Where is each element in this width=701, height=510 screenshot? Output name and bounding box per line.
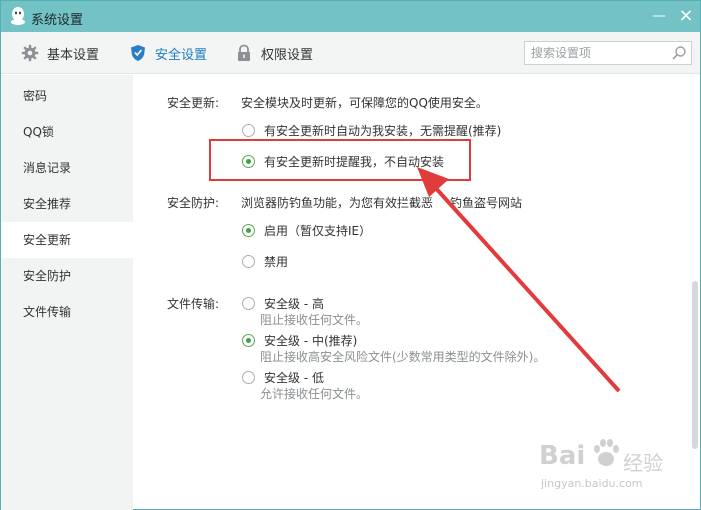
title-bar[interactable]: 系统设置 — × [1, 1, 700, 32]
watermark-brand: Bai [539, 441, 586, 471]
sidebar-item-security-recommend[interactable]: 安全推荐 [1, 186, 133, 222]
tab-label: 安全设置 [155, 47, 208, 63]
close-button[interactable]: × [675, 6, 697, 26]
sidebar-item-password[interactable]: 密码 [1, 78, 133, 114]
update-section-description: 安全模块及时更新，可保障您的QQ使用安全。 [241, 96, 488, 110]
tab-security-settings[interactable]: 安全设置 [129, 32, 207, 74]
transfer-level-low-radio[interactable]: 安全级 - 低 [242, 369, 324, 386]
content-scrollbar[interactable] [692, 281, 698, 449]
minimize-button[interactable]: — [648, 6, 670, 26]
update-auto-install-radio[interactable]: 有安全更新时自动为我安装，无需提醒(推荐) [242, 122, 501, 139]
radio-label: 禁用 [264, 255, 289, 269]
radio-indicator [242, 297, 255, 310]
protect-section-label: 安全防护: [167, 196, 220, 210]
sidebar-item-message-history[interactable]: 消息记录 [1, 150, 133, 186]
protect-enable-radio[interactable]: 启用（暂仅支持IE） [242, 222, 371, 239]
radio-label: 安全级 - 低 [264, 371, 324, 385]
tab-permission-settings[interactable]: 权限设置 [235, 32, 313, 74]
transfer-section-label: 文件传输: [167, 297, 220, 311]
annotation-highlight-box [209, 139, 471, 181]
shield-icon [131, 45, 145, 61]
radio-indicator [242, 224, 255, 237]
search-input[interactable] [531, 44, 666, 62]
protect-section-description: 浏览器防钓鱼功能，为您有效拦截恶 [241, 196, 434, 210]
radio-label: 有安全更新时自动为我安装，无需提醒(推荐) [264, 124, 502, 138]
sidebar-item-qq-lock[interactable]: QQ锁 [1, 114, 133, 150]
update-section-label: 安全更新: [167, 96, 220, 110]
search-box[interactable] [524, 41, 692, 65]
transfer-level-medium-radio[interactable]: 安全级 - 中(推荐) [242, 332, 357, 349]
settings-window: 系统设置 — × 基本设置 安全设置 权限设置 搜索设置项 密码 QQ锁 消息记… [0, 0, 701, 510]
protect-disable-radio[interactable]: 禁用 [242, 253, 288, 270]
sidebar-item-security-update[interactable]: 安全更新 [1, 222, 133, 258]
window-title: 系统设置 [31, 13, 84, 28]
watermark-brand-cn: 经验 [623, 451, 663, 475]
tab-basic-settings[interactable]: 基本设置 [21, 32, 99, 74]
tab-label: 权限设置 [261, 47, 314, 63]
radio-indicator [242, 124, 255, 137]
transfer-level-low-hint: 允许接收任何文件。 [260, 387, 369, 401]
radio-label: 启用（暂仅支持IE） [264, 224, 372, 238]
watermark-url: jingyan.baidu.com [541, 477, 643, 490]
tab-label: 基本设置 [47, 47, 100, 63]
radio-label: 安全级 - 中(推荐) [264, 334, 358, 348]
sidebar-item-security-protection[interactable]: 安全防护 [1, 258, 133, 294]
radio-label: 安全级 - 高 [264, 297, 324, 311]
transfer-level-high-radio[interactable]: 安全级 - 高 [242, 295, 324, 312]
radio-indicator [242, 255, 255, 268]
search-icon[interactable] [671, 45, 687, 61]
sidebar: 密码 QQ锁 消息记录 安全推荐 安全更新 安全防护 文件传输 [1, 75, 133, 510]
qq-penguin-icon [11, 7, 25, 25]
transfer-level-high-hint: 阻止接收任何文件。 [260, 313, 369, 327]
baidu-jingyan-watermark: Bai 经验 jingyan.baidu.com [539, 433, 699, 493]
gear-icon [21, 44, 39, 62]
paw-icon [594, 439, 619, 466]
transfer-level-medium-hint: 阻止接收高安全风险文件(少数常用类型的文件除外)。 [260, 350, 546, 364]
lock-icon [238, 44, 250, 61]
sidebar-item-file-transfer[interactable]: 文件传输 [1, 294, 133, 330]
radio-indicator [242, 371, 255, 384]
protect-section-description-tail: 钓鱼盗号网站 [450, 196, 523, 210]
radio-indicator [242, 334, 255, 347]
